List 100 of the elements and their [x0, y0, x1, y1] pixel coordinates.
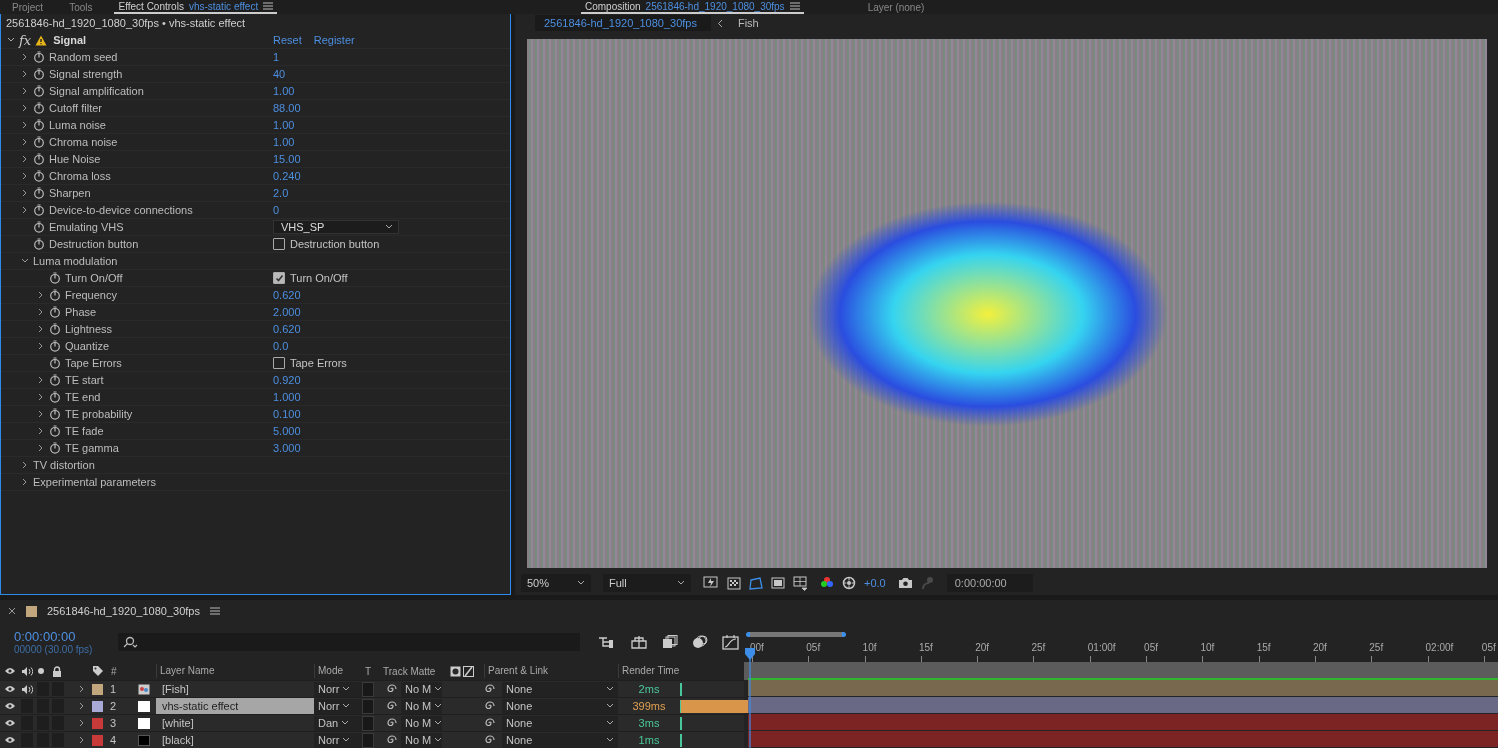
- spiral-icon[interactable]: [484, 734, 496, 746]
- parameter-value[interactable]: 1: [273, 51, 280, 63]
- menu-icon[interactable]: [209, 607, 220, 615]
- layer-name[interactable]: [Fish]: [156, 681, 314, 697]
- spiral-icon[interactable]: [386, 734, 398, 746]
- timecode-field[interactable]: 0:00:00:00: [946, 574, 1033, 592]
- column-header[interactable]: Render Time: [618, 664, 680, 678]
- panel-tab[interactable]: Layer (none): [863, 0, 929, 14]
- mask-path-icon[interactable]: [749, 576, 763, 590]
- chevron-icon[interactable]: [37, 410, 45, 418]
- track-matte-dropdown[interactable]: No M: [401, 732, 443, 748]
- panel-tab[interactable]: Project: [8, 0, 48, 14]
- grid-guides-icon[interactable]: [793, 575, 808, 591]
- stopwatch-icon[interactable]: [33, 204, 45, 216]
- stopwatch-icon[interactable]: [33, 238, 45, 250]
- checkbox[interactable]: [273, 272, 285, 284]
- parameter-value[interactable]: 2.0: [273, 187, 289, 199]
- stopwatch-icon[interactable]: [33, 51, 45, 63]
- frame-blending-icon[interactable]: [662, 635, 678, 649]
- chevron-icon[interactable]: [21, 138, 29, 146]
- resolution-dropdown[interactable]: Full: [603, 574, 691, 592]
- stopwatch-icon[interactable]: [49, 357, 61, 369]
- chevron-icon[interactable]: [37, 291, 45, 299]
- layer-name[interactable]: [black]: [156, 732, 314, 748]
- parameter-value[interactable]: 0: [273, 204, 280, 216]
- parameter-value[interactable]: 1.00: [273, 136, 295, 148]
- track-matte-dropdown[interactable]: No M: [401, 681, 443, 697]
- chevron-icon[interactable]: [21, 461, 29, 469]
- menu-icon[interactable]: [263, 2, 274, 10]
- column-header[interactable]: Layer Name: [156, 664, 314, 678]
- parent-dropdown[interactable]: None: [502, 715, 618, 731]
- mode-dropdown[interactable]: Norr: [314, 732, 362, 748]
- chevron-icon[interactable]: [37, 444, 45, 452]
- chevron-icon[interactable]: [37, 427, 45, 435]
- chevron-icon[interactable]: [37, 308, 45, 316]
- camera-icon[interactable]: [897, 577, 913, 589]
- stopwatch-icon[interactable]: [33, 153, 45, 165]
- stopwatch-icon[interactable]: [49, 323, 61, 335]
- parameter-value[interactable]: 1.00: [273, 119, 295, 131]
- speaker-icon[interactable]: [21, 683, 33, 695]
- layer-name[interactable]: vhs-static effect: [156, 698, 314, 714]
- parameter-value[interactable]: 0.0: [273, 340, 289, 352]
- parameter-value[interactable]: 88.00: [273, 102, 301, 114]
- breadcrumb[interactable]: 2561846-hd_1920_1080_30fps: [535, 15, 711, 31]
- label-color-swatch[interactable]: [92, 700, 103, 712]
- parameter-value[interactable]: 0.240: [273, 170, 301, 182]
- stopwatch-icon[interactable]: [33, 136, 45, 148]
- mode-dropdown[interactable]: Norr: [314, 681, 362, 697]
- mode-dropdown[interactable]: Norr: [314, 698, 362, 714]
- breadcrumb[interactable]: Fish: [728, 15, 773, 31]
- chevron-icon[interactable]: [21, 478, 29, 486]
- reset-link[interactable]: Reset: [273, 34, 302, 46]
- speaker-icon[interactable]: [21, 665, 33, 677]
- chevron-icon[interactable]: [21, 104, 29, 112]
- parameter-value[interactable]: 5.000: [273, 425, 301, 437]
- chevron-icon[interactable]: [21, 257, 29, 265]
- stopwatch-icon[interactable]: [49, 391, 61, 403]
- tag-icon[interactable]: [92, 665, 104, 677]
- stopwatch-icon[interactable]: [49, 306, 61, 318]
- chevron-icon[interactable]: [21, 155, 29, 163]
- close-icon[interactable]: [8, 607, 16, 615]
- label-color-swatch[interactable]: [92, 683, 103, 695]
- draft-3d-icon[interactable]: [630, 635, 648, 649]
- spiral-icon[interactable]: [484, 683, 496, 695]
- stopwatch-icon[interactable]: [33, 85, 45, 97]
- chevron-icon[interactable]: [37, 342, 45, 350]
- layer-name[interactable]: [white]: [156, 715, 314, 731]
- aperture-icon[interactable]: [842, 576, 856, 590]
- chevron-icon[interactable]: [21, 121, 29, 129]
- stopwatch-icon[interactable]: [33, 187, 45, 199]
- region-icon[interactable]: [771, 577, 785, 589]
- stopwatch-icon[interactable]: [49, 340, 61, 352]
- chevron-icon[interactable]: [7, 36, 15, 44]
- parent-dropdown[interactable]: None: [502, 732, 618, 748]
- lock-icon[interactable]: [52, 665, 62, 677]
- parameter-value[interactable]: 1.00: [273, 85, 295, 97]
- label-color-swatch[interactable]: [92, 717, 103, 729]
- column-header[interactable]: Parent & Link: [484, 664, 618, 678]
- preserve-transparency-toggle[interactable]: [362, 715, 374, 731]
- spiral-icon[interactable]: [386, 700, 398, 712]
- stopwatch-icon[interactable]: [33, 221, 45, 233]
- eye-icon[interactable]: [4, 736, 16, 744]
- color-channels-icon[interactable]: [820, 576, 834, 590]
- parameter-value[interactable]: 0.920: [273, 374, 301, 386]
- stopwatch-icon[interactable]: [33, 170, 45, 182]
- preserve-transparency-toggle[interactable]: [362, 732, 374, 748]
- eye-icon[interactable]: [4, 702, 16, 710]
- spiral-icon[interactable]: [484, 717, 496, 729]
- parameter-value[interactable]: 40: [273, 68, 286, 80]
- vhs-mode-dropdown[interactable]: VHS_SP: [273, 220, 399, 234]
- chevron-icon[interactable]: [21, 172, 29, 180]
- menu-icon[interactable]: [789, 2, 800, 10]
- parameter-value[interactable]: 0.620: [273, 323, 301, 335]
- chevron-icon[interactable]: [78, 685, 86, 693]
- search-field[interactable]: [118, 633, 580, 651]
- chevron-icon[interactable]: [78, 719, 86, 727]
- parameter-value[interactable]: 15.00: [273, 153, 301, 165]
- parameter-value[interactable]: 2.000: [273, 306, 301, 318]
- mode-dropdown[interactable]: Dan: [314, 715, 362, 731]
- checkbox[interactable]: [273, 238, 285, 250]
